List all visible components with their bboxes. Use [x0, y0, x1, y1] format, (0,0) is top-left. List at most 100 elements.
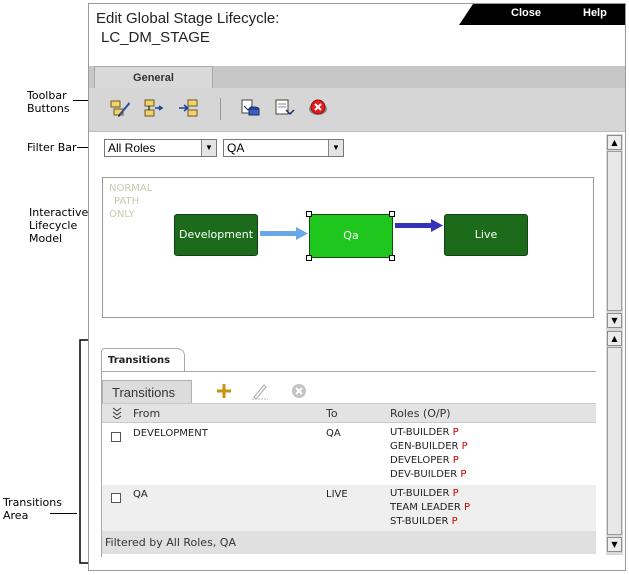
remove-icon[interactable]: [290, 382, 308, 400]
role-flag: P: [451, 516, 458, 527]
role-flag: P: [452, 455, 459, 466]
lifecycle-name: LC_DM_STAGE: [101, 29, 210, 46]
callout-model-line2: Lifecycle: [29, 219, 78, 232]
transitions-grid: From To Roles (O/P) DEVELOPMENT QA UT-BU…: [102, 403, 596, 554]
to-cell: LIVE: [326, 489, 348, 500]
stage-filter-value: QA: [227, 141, 245, 155]
role-flag: P: [463, 502, 470, 513]
chevron-down-icon[interactable]: ▼: [201, 140, 216, 156]
model-scrollbar[interactable]: ▲ ▼: [606, 134, 623, 330]
role-flag: P: [452, 427, 459, 438]
subtab-transitions[interactable]: Transitions: [102, 380, 192, 403]
import-icon[interactable]: [239, 98, 261, 118]
row-checkbox[interactable]: [111, 493, 121, 503]
roles-cell: UT-BUILDER P GEN-BUILDER P DEVELOPER P D…: [390, 426, 468, 482]
role-flag: P: [460, 469, 467, 480]
tab-transitions[interactable]: Transitions: [101, 348, 185, 371]
lifecycle-model-canvas[interactable]: NORMAL PATH ONLY Development Qa Live: [102, 177, 594, 318]
role-entry: ST-BUILDER P: [390, 515, 470, 529]
role-name: DEVELOPER: [390, 455, 450, 466]
add-transition-icon[interactable]: [177, 98, 199, 118]
role-filter-value: All Roles: [108, 141, 156, 155]
stage-label: Development: [178, 228, 254, 241]
role-entry: DEVELOPER P: [390, 454, 468, 468]
transition-arrow-dev-qa[interactable]: [260, 227, 310, 241]
close-button[interactable]: Close: [511, 7, 541, 19]
callout-model-line3: Model: [29, 232, 63, 245]
scroll-up-arrow[interactable]: ▲: [607, 331, 622, 346]
help-button[interactable]: Help: [583, 7, 607, 19]
edit-pencil-icon[interactable]: [251, 382, 269, 400]
callout-toolbar-buttons: Toolbar Buttons: [27, 89, 70, 115]
grid-header: From To Roles (O/P): [102, 403, 596, 423]
toolbar-separator: [220, 98, 221, 120]
role-name: ST-BUILDER: [390, 516, 449, 527]
selection-handle[interactable]: [389, 255, 395, 261]
scroll-down-arrow[interactable]: ▼: [607, 313, 622, 328]
export-icon[interactable]: [273, 98, 295, 118]
role-name: DEV-BUILDER: [390, 469, 458, 480]
lifecycle-window: Edit Global Stage Lifecycle: LC_DM_STAGE…: [88, 3, 626, 571]
add-icon[interactable]: [215, 382, 233, 400]
scroll-down-arrow[interactable]: ▼: [607, 537, 622, 552]
scroll-thumb[interactable]: [607, 151, 622, 311]
role-flag: P: [452, 488, 459, 499]
callout-transitions-line2: Area: [3, 509, 29, 522]
from-cell: DEVELOPMENT: [133, 428, 208, 439]
callout-model-line1: Interactive: [29, 206, 89, 219]
stage-label: Live: [474, 228, 498, 241]
role-name: UT-BUILDER: [390, 488, 450, 499]
watermark-line1: NORMAL: [109, 183, 153, 194]
role-filter-select[interactable]: All Roles ▼: [104, 139, 217, 157]
watermark-line3: ONLY: [109, 209, 135, 220]
scroll-thumb[interactable]: [607, 347, 622, 535]
role-flag: P: [461, 441, 468, 452]
callout-filter-bar: Filter Bar: [27, 141, 77, 154]
callout-transitions-line1: Transitions: [3, 496, 62, 509]
role-name: TEAM LEADER: [390, 502, 461, 513]
chevron-down-icon[interactable]: ▼: [328, 140, 343, 156]
role-entry: GEN-BUILDER P: [390, 440, 468, 454]
role-entry: TEAM LEADER P: [390, 501, 470, 515]
delete-icon[interactable]: [307, 98, 329, 118]
roles-cell: UT-BUILDER P TEAM LEADER P ST-BUILDER P: [390, 487, 470, 529]
window-header: Edit Global Stage Lifecycle: LC_DM_STAGE…: [89, 4, 625, 64]
role-entry: UT-BUILDER P: [390, 487, 470, 501]
role-entry: UT-BUILDER P: [390, 426, 468, 440]
stage-node-development[interactable]: Development: [174, 214, 258, 256]
tab-strip: General: [89, 66, 625, 88]
transition-arrow-qa-live[interactable]: [395, 219, 445, 233]
transitions-scrollbar[interactable]: ▲ ▼: [606, 330, 623, 555]
stage-node-live[interactable]: Live: [444, 214, 528, 256]
watermark-line2: PATH: [114, 196, 140, 207]
table-row[interactable]: QA LIVE UT-BUILDER P TEAM LEADER P ST-BU…: [102, 485, 596, 531]
filter-status: Filtered by All Roles, QA: [102, 531, 596, 554]
callout-transitions-area: Transitions Area: [3, 496, 62, 522]
table-row[interactable]: DEVELOPMENT QA UT-BUILDER P GEN-BUILDER …: [102, 423, 596, 485]
header-action-bar: Close Help: [459, 4, 625, 25]
column-header-to[interactable]: To: [326, 407, 338, 420]
selection-handle[interactable]: [306, 211, 312, 217]
add-stage-icon[interactable]: [143, 98, 165, 118]
callout-toolbar-line2: Buttons: [27, 102, 70, 115]
stage-filter-select[interactable]: QA ▼: [223, 139, 344, 157]
stage-label: Qa: [343, 229, 359, 242]
role-name: UT-BUILDER: [390, 427, 450, 438]
window-title: Edit Global Stage Lifecycle:: [96, 10, 280, 27]
collapse-icon[interactable]: [112, 407, 122, 419]
stage-node-qa[interactable]: Qa: [309, 214, 393, 258]
role-entry: DEV-BUILDER P: [390, 468, 468, 482]
scroll-up-arrow[interactable]: ▲: [607, 135, 622, 150]
selection-handle[interactable]: [389, 211, 395, 217]
selection-handle[interactable]: [306, 255, 312, 261]
tab-general[interactable]: General: [94, 66, 213, 88]
toolbar: [89, 88, 625, 132]
column-header-roles[interactable]: Roles (O/P): [390, 407, 451, 420]
row-checkbox[interactable]: [111, 432, 121, 442]
model-watermark: NORMAL PATH ONLY: [109, 182, 152, 221]
edit-lifecycle-icon[interactable]: [109, 98, 131, 118]
to-cell: QA: [326, 428, 341, 439]
from-cell: QA: [133, 489, 148, 500]
column-header-from[interactable]: From: [133, 407, 160, 420]
callout-toolbar-line1: Toolbar: [27, 89, 67, 102]
